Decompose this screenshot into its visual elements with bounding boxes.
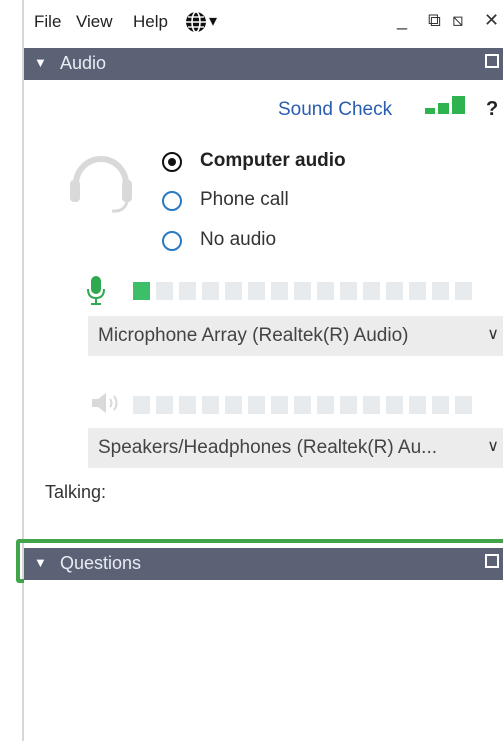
speaker-device-value: Speakers/Headphones (Realtek(R) Au... [98, 437, 438, 458]
level-segment [340, 396, 357, 414]
panel-popout-icon[interactable] [485, 54, 499, 68]
level-segment [179, 396, 196, 414]
panel-popout-icon[interactable] [485, 554, 499, 568]
headset-icon [70, 156, 132, 213]
minimize-button[interactable]: _ [397, 10, 407, 31]
collapse-triangle-icon[interactable]: ▼ [34, 55, 47, 70]
level-segment [409, 396, 426, 414]
level-segment [156, 282, 173, 300]
questions-panel-body [24, 580, 503, 741]
level-segment [225, 396, 242, 414]
language-menu[interactable]: ▾ [184, 10, 217, 39]
audio-panel-header[interactable]: ▼ Audio [24, 48, 503, 80]
level-segment [271, 396, 288, 414]
chevron-down-icon: ▾ [209, 13, 218, 30]
signal-strength-icon [425, 96, 465, 114]
sound-check-link[interactable]: Sound Check [278, 99, 392, 121]
level-segment [202, 396, 219, 414]
level-segment [340, 282, 357, 300]
level-segment [432, 282, 449, 300]
level-segment [133, 282, 150, 300]
speaker-level-meter [133, 396, 472, 414]
radio-label: Computer audio [200, 150, 346, 171]
menu-file[interactable]: File [34, 12, 61, 32]
level-segment [225, 282, 242, 300]
talking-label: Talking: [45, 482, 107, 502]
level-segment [386, 396, 403, 414]
chevron-down-icon: ∨ [487, 438, 499, 455]
level-segment [248, 396, 265, 414]
microphone-device-value: Microphone Array (Realtek(R) Audio) [98, 325, 409, 346]
radio-label: No audio [200, 229, 277, 250]
level-segment [248, 282, 265, 300]
collapse-triangle-icon[interactable]: ▼ [34, 555, 47, 570]
chevron-down-icon: ∨ [487, 326, 499, 343]
globe-icon [186, 11, 206, 33]
questions-panel-title: Questions [60, 553, 142, 573]
microphone-device-select[interactable]: Microphone Array (Realtek(R) Audio) ∨ [88, 316, 503, 356]
popout-button[interactable]: ⧅ [452, 10, 463, 31]
menu-bar: File View Help ▾ _ ⧉ ⧅ ✕ [24, 0, 503, 46]
radio-button[interactable] [162, 152, 182, 172]
speaker-device-select[interactable]: Speakers/Headphones (Realtek(R) Au... ∨ [88, 428, 503, 468]
level-segment [271, 282, 288, 300]
radio-button[interactable] [162, 231, 182, 251]
questions-panel-header[interactable]: ▼ Questions [24, 548, 503, 580]
level-segment [156, 396, 173, 414]
level-segment [432, 396, 449, 414]
menu-help[interactable]: Help [133, 12, 168, 32]
restore-button[interactable]: ⧉ [428, 10, 441, 31]
radio-label: Phone call [200, 189, 289, 210]
menu-view[interactable]: View [76, 12, 113, 32]
level-segment [363, 282, 380, 300]
level-segment [363, 396, 380, 414]
level-segment [317, 396, 334, 414]
speaker-icon [92, 393, 118, 413]
audio-panel-title: Audio [60, 53, 107, 73]
level-segment [294, 396, 311, 414]
level-segment [133, 396, 150, 414]
level-segment [179, 282, 196, 300]
close-button[interactable]: ✕ [484, 10, 499, 31]
level-segment [455, 282, 472, 300]
level-segment [386, 282, 403, 300]
level-segment [202, 282, 219, 300]
level-segment [294, 282, 311, 300]
level-segment [317, 282, 334, 300]
radio-button[interactable] [162, 191, 182, 211]
microphone-icon [87, 276, 105, 305]
level-segment [409, 282, 426, 300]
level-segment [455, 396, 472, 414]
microphone-level-meter [133, 282, 472, 300]
help-icon[interactable]: ? [486, 98, 498, 121]
